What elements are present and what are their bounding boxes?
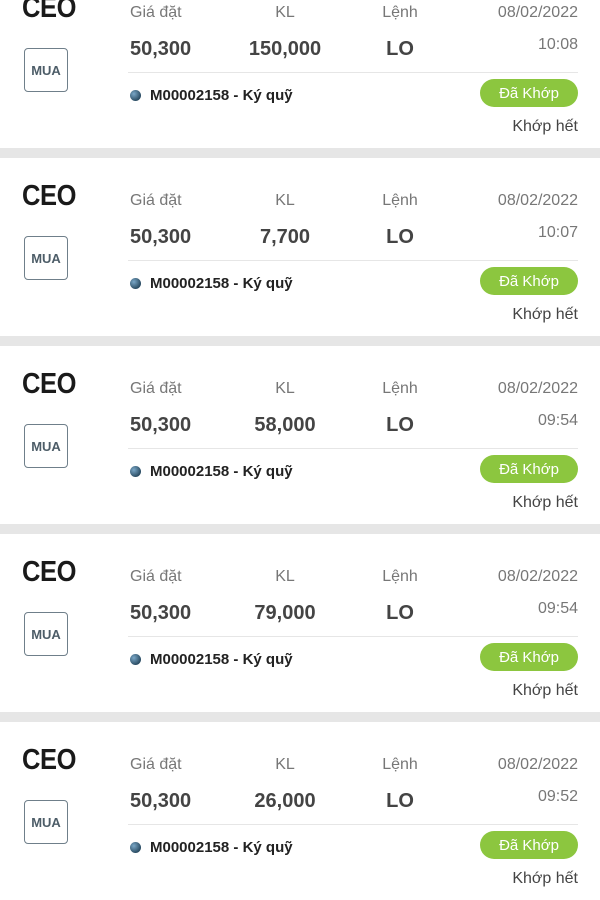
ticker-symbol: CEO <box>22 0 76 24</box>
fill-status: Khớp hết <box>512 306 578 323</box>
order-card[interactable]: CEO MUA Giá đặt KL Lệnh 50,300 58,000 LO… <box>0 346 600 524</box>
order-time: 09:54 <box>537 412 578 429</box>
order-type-label: Lệnh <box>382 568 418 585</box>
account-label: M00002158 - Ký quỹ <box>150 87 293 104</box>
order-type-label: Lệnh <box>382 380 418 397</box>
order-type: LO <box>386 602 414 624</box>
price-label: Giá đặt <box>130 4 182 21</box>
order-type: LO <box>386 226 414 248</box>
order-date: 08/02/2022 <box>497 192 578 209</box>
order-side-badge: MUA <box>24 424 68 468</box>
price-label: Giá đặt <box>130 756 182 773</box>
order-time: 10:08 <box>537 36 578 53</box>
ticker-symbol: CEO <box>22 368 76 400</box>
order-card[interactable]: CEO MUA Giá đặt KL Lệnh 50,300 7,700 LO … <box>0 158 600 336</box>
order-price: 50,300 <box>130 226 192 248</box>
divider <box>128 824 578 825</box>
account-info: M00002158 - Ký quỹ <box>130 275 293 292</box>
order-price: 50,300 <box>130 414 192 436</box>
qty-label: KL <box>275 568 295 585</box>
order-price: 50,300 <box>130 38 192 60</box>
order-card[interactable]: CEO MUA Giá đặt KL Lệnh 50,300 26,000 LO… <box>0 722 600 900</box>
account-dot-icon <box>130 466 141 477</box>
status-badge: Đã Khớp <box>480 267 578 295</box>
order-time: 09:52 <box>537 788 578 805</box>
divider <box>128 72 578 73</box>
account-label: M00002158 - Ký quỹ <box>150 463 293 480</box>
status-badge: Đã Khớp <box>480 79 578 107</box>
divider <box>128 448 578 449</box>
account-dot-icon <box>130 654 141 665</box>
order-type: LO <box>386 790 414 812</box>
qty-label: KL <box>275 192 295 209</box>
order-side-badge: MUA <box>24 48 68 92</box>
qty-label: KL <box>275 380 295 397</box>
fill-status: Khớp hết <box>512 682 578 699</box>
account-info: M00002158 - Ký quỹ <box>130 87 293 104</box>
price-label: Giá đặt <box>130 192 182 209</box>
fill-status: Khớp hết <box>512 118 578 135</box>
order-type-label: Lệnh <box>382 192 418 209</box>
order-price: 50,300 <box>130 790 192 812</box>
ticker-symbol: CEO <box>22 180 76 212</box>
account-info: M00002158 - Ký quỹ <box>130 839 293 856</box>
order-date: 08/02/2022 <box>497 756 578 773</box>
fill-status: Khớp hết <box>512 870 578 887</box>
order-time: 09:54 <box>537 600 578 617</box>
order-type-label: Lệnh <box>382 4 418 21</box>
account-info: M00002158 - Ký quỹ <box>130 651 293 668</box>
order-card[interactable]: CEO MUA Giá đặt KL Lệnh 50,300 79,000 LO… <box>0 534 600 712</box>
order-type: LO <box>386 38 414 60</box>
order-type-label: Lệnh <box>382 756 418 773</box>
account-info: M00002158 - Ký quỹ <box>130 463 293 480</box>
order-quantity: 79,000 <box>254 602 316 624</box>
status-badge: Đã Khớp <box>480 831 578 859</box>
qty-label: KL <box>275 756 295 773</box>
order-date: 08/02/2022 <box>497 4 578 21</box>
account-dot-icon <box>130 278 141 289</box>
price-label: Giá đặt <box>130 568 182 585</box>
divider <box>128 636 578 637</box>
divider <box>128 260 578 261</box>
fill-status: Khớp hết <box>512 494 578 511</box>
order-card[interactable]: CEO MUA Giá đặt KL Lệnh 50,300 150,000 L… <box>0 0 600 148</box>
price-label: Giá đặt <box>130 380 182 397</box>
order-quantity: 26,000 <box>254 790 316 812</box>
ticker-symbol: CEO <box>22 744 76 776</box>
order-price: 50,300 <box>130 602 192 624</box>
qty-label: KL <box>275 4 295 21</box>
order-date: 08/02/2022 <box>497 380 578 397</box>
order-side-badge: MUA <box>24 612 68 656</box>
order-quantity: 150,000 <box>248 38 322 60</box>
order-side-badge: MUA <box>24 800 68 844</box>
status-badge: Đã Khớp <box>480 455 578 483</box>
ticker-symbol: CEO <box>22 556 76 588</box>
order-quantity: 7,700 <box>259 226 311 248</box>
order-date: 08/02/2022 <box>497 568 578 585</box>
order-type: LO <box>386 414 414 436</box>
order-time: 10:07 <box>537 224 578 241</box>
account-label: M00002158 - Ký quỹ <box>150 275 293 292</box>
account-dot-icon <box>130 90 141 101</box>
account-label: M00002158 - Ký quỹ <box>150 651 293 668</box>
account-dot-icon <box>130 842 141 853</box>
status-badge: Đã Khớp <box>480 643 578 671</box>
account-label: M00002158 - Ký quỹ <box>150 839 293 856</box>
order-quantity: 58,000 <box>254 414 316 436</box>
order-side-badge: MUA <box>24 236 68 280</box>
